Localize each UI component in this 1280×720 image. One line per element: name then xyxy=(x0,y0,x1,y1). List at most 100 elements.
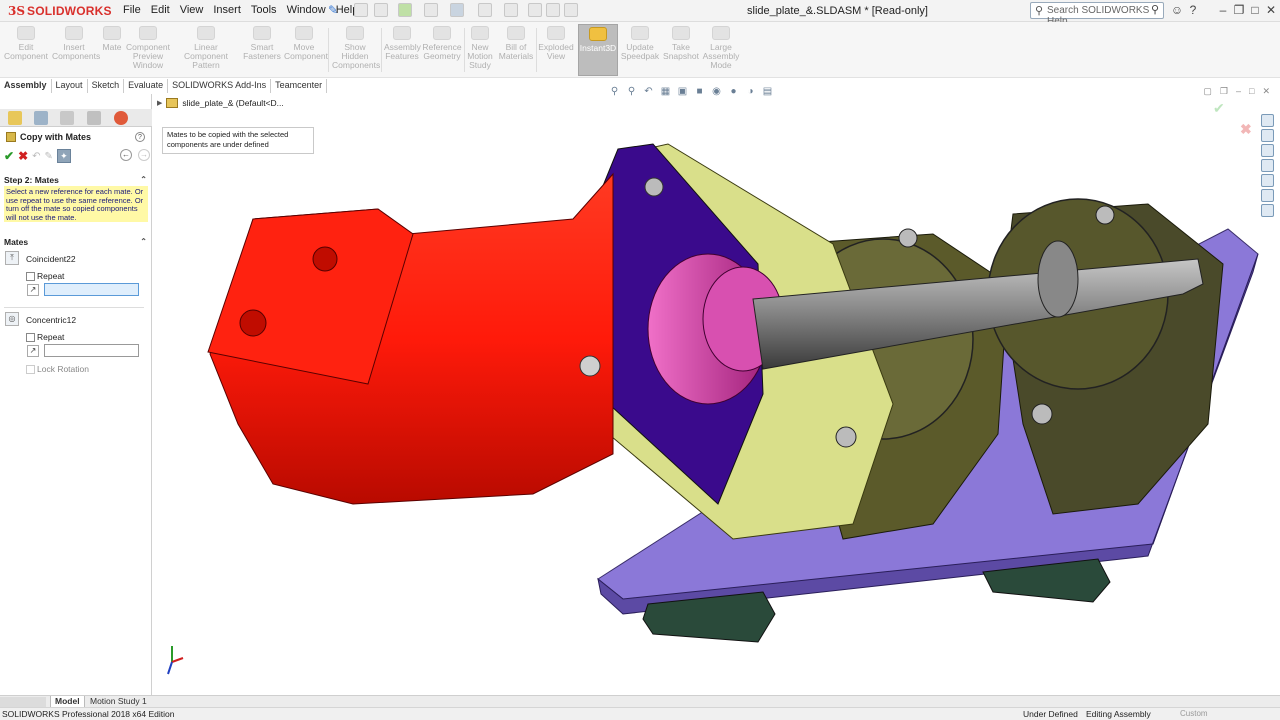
menu-tools[interactable]: Tools xyxy=(246,4,282,16)
display-style-icon[interactable]: ■ xyxy=(693,85,706,98)
cmd-edit-component[interactable]: Edit Component xyxy=(4,24,48,61)
open-icon[interactable] xyxy=(398,3,412,17)
maximize-icon[interactable]: □ xyxy=(1248,3,1262,17)
cmd-smart-fasteners[interactable]: Smart Fasteners xyxy=(242,24,282,61)
rebuild-icon[interactable] xyxy=(528,3,542,17)
confirmation-ok-icon[interactable]: ✔ xyxy=(1213,100,1225,117)
resources-icon[interactable] xyxy=(1261,114,1274,127)
close-icon[interactable]: ✕ xyxy=(1264,3,1278,17)
menu-file[interactable]: File xyxy=(118,4,146,16)
zoom-area-icon[interactable]: ⚲ xyxy=(625,85,638,98)
menu-edit[interactable]: Edit xyxy=(146,4,175,16)
hide-show-icon[interactable]: ◉ xyxy=(710,85,723,98)
cmd-update-speedpak[interactable]: Update Speedpak xyxy=(620,24,660,61)
feature-tree-root[interactable]: ▶ slide_plate_& (Default<D... xyxy=(157,98,284,108)
appearances-icon[interactable] xyxy=(1261,174,1274,187)
appearance-icon[interactable]: ● xyxy=(727,85,740,98)
ok-check-icon[interactable]: ✔ xyxy=(4,149,14,163)
cmd-move-component[interactable]: Move Component xyxy=(284,24,328,61)
cmd-component-preview[interactable]: Component Preview Window xyxy=(126,24,170,70)
repeat-checkbox[interactable] xyxy=(26,272,35,281)
user-icon[interactable]: ☺ xyxy=(1170,3,1184,17)
pushpin-icon[interactable]: ✎ xyxy=(45,151,53,162)
cmd-instant3d[interactable]: Instant3D xyxy=(578,24,618,76)
cmd-reference-geometry[interactable]: Reference Geometry xyxy=(422,24,462,61)
menu-view[interactable]: View xyxy=(175,4,209,16)
cmd-take-snapshot[interactable]: Take Snapshot xyxy=(662,24,700,61)
mates-header[interactable]: Mates ⌃ xyxy=(4,237,149,247)
restore-icon[interactable]: ❐ xyxy=(1232,3,1246,17)
tile-icon[interactable]: ▢ xyxy=(1203,86,1212,97)
cmd-bill-of-materials[interactable]: Bill of Materials xyxy=(498,24,534,61)
units-selector[interactable]: Custom xyxy=(1180,709,1208,718)
menu-window[interactable]: Window xyxy=(282,4,331,16)
design-library-icon[interactable] xyxy=(1261,129,1274,142)
save-icon[interactable] xyxy=(424,3,438,17)
tab-assembly[interactable]: Assembly xyxy=(0,79,52,93)
mate-reference-field[interactable] xyxy=(44,344,139,357)
view-palette-icon[interactable] xyxy=(1261,159,1274,172)
confirmation-cancel-icon[interactable]: ✖ xyxy=(1240,121,1252,138)
maximize-icon[interactable]: □ xyxy=(1249,86,1254,97)
file-explorer-icon[interactable] xyxy=(1261,144,1274,157)
pin-icon[interactable]: ✎ xyxy=(328,3,338,17)
expand-caret-icon[interactable]: ▶ xyxy=(157,99,162,107)
lock-rotation-checkbox[interactable] xyxy=(26,365,35,374)
home-icon[interactable] xyxy=(354,3,368,17)
search-icon[interactable]: ⚲ xyxy=(1151,3,1159,16)
cmd-new-motion-study[interactable]: New Motion Study xyxy=(466,24,494,70)
section-view-icon[interactable]: ▦ xyxy=(659,85,672,98)
mate-reference-field[interactable] xyxy=(44,283,139,296)
help-icon[interactable]: ? xyxy=(1186,3,1200,17)
step2-header[interactable]: Step 2: Mates ⌃ xyxy=(4,175,149,185)
property-manager-icon[interactable] xyxy=(34,111,48,125)
next-arrow-icon[interactable]: → xyxy=(138,149,150,161)
shaft-collar[interactable] xyxy=(1037,240,1079,318)
cancel-x-icon[interactable]: ✖ xyxy=(18,149,28,163)
custom-properties-icon[interactable] xyxy=(1261,189,1274,202)
tab-model[interactable]: Model xyxy=(50,696,85,707)
collapse-chevron-icon[interactable]: ⌃ xyxy=(140,175,147,184)
help-question-icon[interactable]: ? xyxy=(135,132,145,142)
minimize-icon[interactable]: – xyxy=(1236,86,1241,97)
options-gear-icon[interactable] xyxy=(564,3,578,17)
help-search-input[interactable]: ⚲ Search SOLIDWORKS Help ⚲ xyxy=(1030,2,1164,27)
tab-evaluate[interactable]: Evaluate xyxy=(124,79,169,93)
cmd-linear-pattern[interactable]: Linear Component Pattern xyxy=(172,24,240,70)
previous-view-icon[interactable]: ↶ xyxy=(642,85,655,98)
view-settings-icon[interactable]: ▤ xyxy=(761,85,774,98)
configuration-manager-icon[interactable] xyxy=(60,111,74,125)
graphics-area[interactable]: ▶ slide_plate_& (Default<D... Mates to b… xyxy=(153,86,1280,695)
pin-toggle-button[interactable]: ✦ xyxy=(56,149,71,163)
cmd-assembly-features[interactable]: Assembly Features xyxy=(384,24,421,61)
new-document-icon[interactable] xyxy=(374,3,388,17)
cmd-mate[interactable]: Mate xyxy=(100,24,124,52)
menu-insert[interactable]: Insert xyxy=(208,4,246,16)
dimxpert-icon[interactable] xyxy=(87,111,101,125)
view-orientation-icon[interactable]: ▣ xyxy=(676,85,689,98)
assembly-model[interactable] xyxy=(153,94,1280,695)
app-logo[interactable]: 3S SOLIDWORKS xyxy=(8,3,112,19)
cmd-insert-components[interactable]: Insert Components xyxy=(52,24,100,61)
back-icon[interactable]: ↶ xyxy=(32,151,40,162)
minimize-icon[interactable]: – xyxy=(1216,3,1230,17)
select-icon[interactable] xyxy=(504,3,518,17)
tab-layout[interactable]: Layout xyxy=(52,79,88,93)
undo-icon[interactable] xyxy=(478,3,492,17)
cmd-show-hidden[interactable]: Show Hidden Components xyxy=(332,24,380,70)
scene-icon[interactable]: ◑ xyxy=(744,85,757,98)
close-icon[interactable]: ✕ xyxy=(1262,86,1270,97)
file-properties-icon[interactable] xyxy=(546,3,560,17)
tab-motion-study[interactable]: Motion Study 1 xyxy=(86,696,151,707)
previous-arrow-icon[interactable]: ← xyxy=(120,149,132,161)
zoom-to-fit-icon[interactable]: ⚲ xyxy=(608,85,621,98)
print-icon[interactable] xyxy=(450,3,464,17)
display-manager-icon[interactable] xyxy=(114,111,128,125)
cmd-large-assembly-mode[interactable]: Large Assembly Mode xyxy=(702,24,740,70)
collapse-chevron-icon[interactable]: ⌃ xyxy=(140,237,147,246)
restore-icon[interactable]: ❐ xyxy=(1220,86,1228,97)
feature-tree-icon[interactable] xyxy=(8,111,22,125)
tab-teamcenter[interactable]: Teamcenter xyxy=(271,79,328,93)
tab-addins[interactable]: SOLIDWORKS Add-Ins xyxy=(168,79,272,93)
repeat-checkbox[interactable] xyxy=(26,333,35,342)
